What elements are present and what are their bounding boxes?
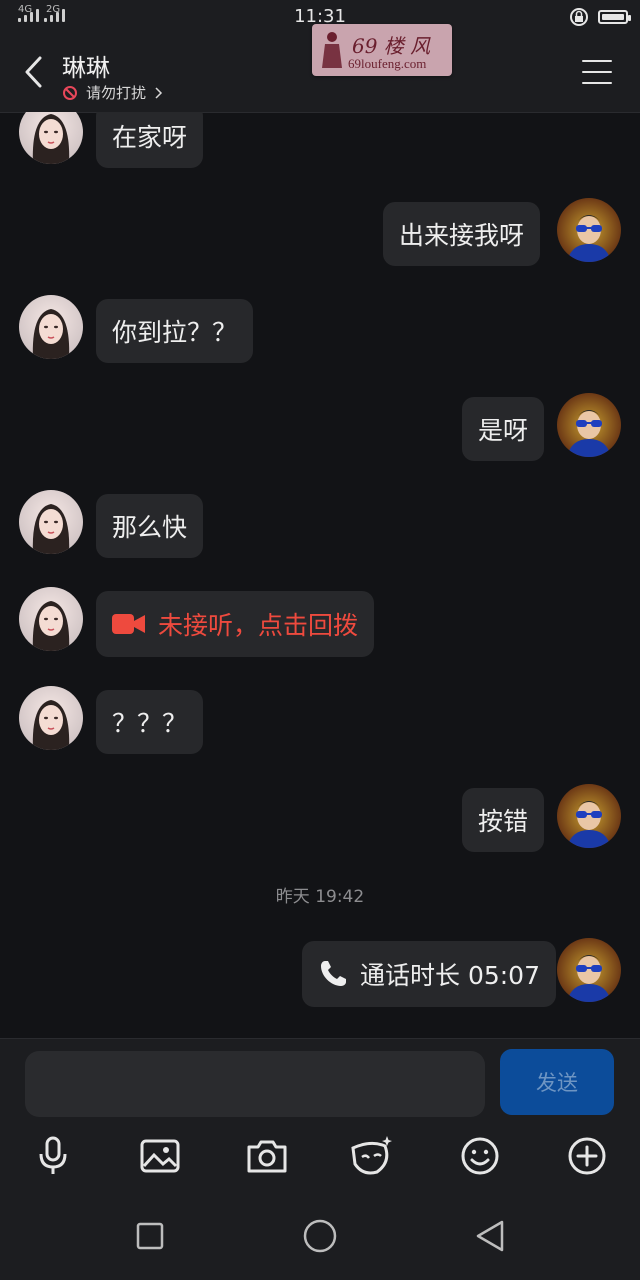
image-icon[interactable] (136, 1132, 184, 1180)
message-bubble[interactable]: 在家呀 (96, 112, 204, 168)
missed-call-bubble[interactable]: 未接听，点击回拨 (96, 591, 375, 657)
recent-apps-icon[interactable] (132, 1218, 168, 1254)
message-input[interactable] (25, 1051, 485, 1117)
rotation-lock-icon (570, 8, 588, 26)
do-not-disturb-icon (63, 85, 77, 100)
my-avatar[interactable] (557, 938, 621, 1002)
message-bubble[interactable]: 是呀 (462, 397, 545, 461)
watermark-url: 69loufeng.com (348, 56, 427, 71)
message-text: ？？？ (112, 709, 188, 738)
contact-avatar[interactable] (19, 295, 83, 359)
timestamp: 昨天 19:42 (275, 887, 365, 907)
status-label: 请勿打扰 (86, 84, 147, 102)
contact-avatar[interactable] (19, 587, 83, 651)
message-bubble[interactable]: 那么快 (96, 494, 204, 558)
system-nav-bar (0, 1188, 640, 1280)
my-avatar[interactable] (557, 198, 621, 262)
message-list[interactable]: 在家呀 出来接我呀 你到拉？？ 是呀 那么快 未接听，点击回拨 ？？？ 按错 昨… (0, 112, 640, 1038)
input-bar: 发送 (0, 1038, 640, 1129)
message-bubble[interactable]: ？？？ (96, 690, 204, 754)
message-text: 你到拉？？ (112, 318, 238, 347)
message-text: 按错 (478, 807, 529, 836)
do-not-disturb-status[interactable]: 请勿打扰 (62, 82, 164, 103)
watermark-logo: 69 楼 风 69loufeng.com (312, 24, 452, 76)
contact-avatar[interactable] (19, 686, 83, 750)
send-button[interactable]: 发送 (500, 1049, 614, 1115)
menu-icon[interactable] (582, 60, 612, 86)
add-icon[interactable] (563, 1132, 611, 1180)
toolbar (0, 1128, 640, 1188)
contact-avatar[interactable] (19, 490, 83, 554)
message-bubble[interactable]: 按错 (462, 788, 545, 852)
home-icon[interactable] (302, 1218, 338, 1254)
figure-icon (322, 32, 342, 68)
watermark-title: 69 楼 风 (352, 34, 431, 58)
missed-call-text: 未接听，点击回拨 (158, 611, 359, 640)
contact-avatar[interactable] (19, 112, 83, 164)
contact-name[interactable]: 琳琳 (62, 48, 110, 83)
message-text: 出来接我呀 (399, 221, 525, 250)
back-icon[interactable] (18, 52, 52, 92)
message-text: 是呀 (478, 416, 529, 445)
emoji-icon[interactable] (456, 1132, 504, 1180)
my-avatar[interactable] (557, 784, 621, 848)
message-bubble[interactable]: 出来接我呀 (383, 202, 541, 266)
phone-icon (321, 961, 346, 986)
message-text: 那么快 (112, 513, 188, 542)
microphone-icon[interactable] (29, 1132, 77, 1180)
camera-icon[interactable] (243, 1132, 291, 1180)
call-duration-bubble[interactable]: 通话时长 05:07 (302, 941, 556, 1007)
battery-icon (598, 10, 631, 24)
message-text: 在家呀 (112, 123, 188, 152)
chevron-right-icon (155, 86, 163, 99)
my-avatar[interactable] (557, 393, 621, 457)
sticker-icon[interactable] (347, 1132, 395, 1180)
call-duration-text: 通话时长 05:07 (360, 961, 540, 990)
message-bubble[interactable]: 你到拉？？ (96, 299, 254, 363)
nav-back-icon[interactable] (472, 1218, 508, 1254)
video-camera-icon (112, 614, 145, 634)
